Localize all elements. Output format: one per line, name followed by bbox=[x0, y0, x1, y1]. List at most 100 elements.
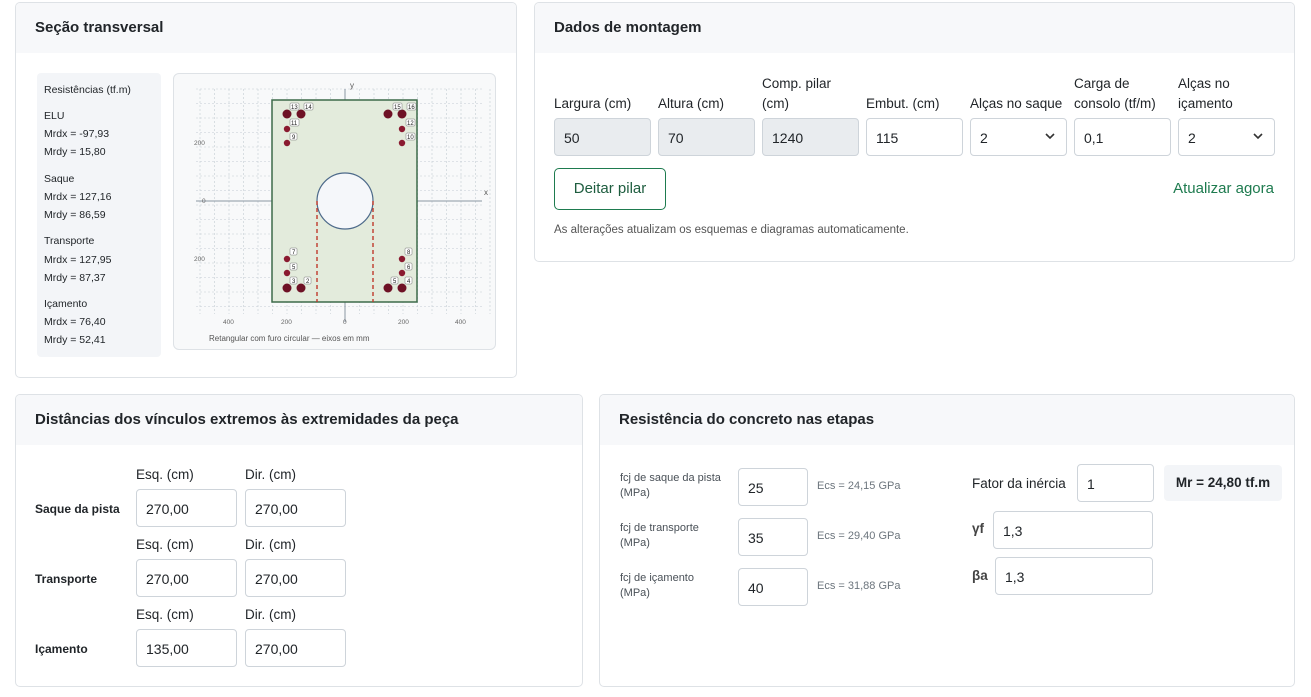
fcj-saque-label-line1: fcj de saque da pista bbox=[620, 472, 721, 484]
fator-inercia-input[interactable]: 1 bbox=[1077, 464, 1154, 502]
rebar bbox=[283, 255, 291, 263]
x-tick-label: 200 bbox=[398, 319, 409, 326]
row-label-saque: Saque da pista bbox=[35, 502, 120, 516]
comp-label-line2: (cm) bbox=[762, 96, 789, 111]
auto-update-note: As alterações atualizam os esquemas e di… bbox=[554, 224, 909, 236]
fcj-icamento-input[interactable]: 40 bbox=[738, 568, 808, 606]
chevron-down-icon bbox=[1045, 133, 1055, 140]
esq-label: Esq. (cm) bbox=[136, 467, 194, 482]
x-tick-label: 400 bbox=[223, 319, 234, 326]
res-group-name: Saque bbox=[44, 173, 75, 185]
gamma-f-input[interactable]: 1,3 bbox=[993, 511, 1153, 549]
secao-transversal-card: Seção transversal Resistências (tf.m) EL… bbox=[15, 2, 517, 378]
bar-tag: 11 bbox=[291, 121, 298, 127]
distancias-card: Distâncias dos vínculos extremos às extr… bbox=[15, 394, 583, 687]
rebar bbox=[398, 269, 406, 277]
carga-label-line1: Carga de bbox=[1074, 76, 1130, 91]
largura-input[interactable]: 50 bbox=[554, 118, 651, 156]
chevron-down-icon bbox=[1253, 133, 1263, 140]
alcas-icamento-select[interactable]: 2 bbox=[1178, 118, 1275, 156]
res-mrdy: Mrdy = 86,59 bbox=[44, 209, 106, 221]
fcj-icamento-label-line2: (MPa) bbox=[620, 587, 650, 599]
res-group-name: Içamento bbox=[44, 298, 88, 310]
card-header: Dados de montagem bbox=[535, 3, 1294, 53]
deitar-pilar-button[interactable]: Deitar pilar bbox=[554, 168, 666, 210]
res-mrdx: Mrdx = 127,16 bbox=[44, 191, 112, 203]
x-axis-label: x bbox=[484, 188, 488, 197]
bar-tag: 10 bbox=[407, 135, 414, 141]
fcj-transporte-label-line1: fcj de transporte bbox=[620, 522, 699, 534]
alcas-saque-value: 2 bbox=[980, 130, 988, 146]
gamma-f-label: γf bbox=[972, 521, 985, 536]
esq-label: Esq. (cm) bbox=[136, 537, 194, 552]
beta-a-input[interactable]: 1,3 bbox=[995, 557, 1153, 595]
fcj-transporte-label-line2: (MPa) bbox=[620, 537, 650, 549]
res-group-name: ELU bbox=[44, 110, 65, 122]
embut-label: Embut. (cm) bbox=[866, 96, 940, 111]
mr-result: Mr = 24,80 tf.m bbox=[1164, 465, 1282, 501]
carga-label-line2: consolo (tf/m) bbox=[1074, 96, 1156, 111]
section-plot-svg: x y 13 14 11 9 15 16 12 10 7 5 3 2 8 6 5… bbox=[194, 81, 491, 343]
row-label-icamento: Içamento bbox=[35, 642, 88, 656]
rebar bbox=[398, 139, 406, 147]
dir-label: Dir. (cm) bbox=[245, 607, 296, 622]
transporte-esq-input[interactable]: 270,00 bbox=[136, 559, 237, 597]
res-mrdy: Mrdy = 52,41 bbox=[44, 334, 106, 346]
x-tick-label: 400 bbox=[455, 319, 466, 326]
altura-input[interactable]: 70 bbox=[658, 118, 755, 156]
resistencias-heading: Resistências (tf.m) bbox=[44, 84, 131, 96]
saque-dir-input[interactable]: 270,00 bbox=[245, 489, 346, 527]
altura-label: Altura (cm) bbox=[658, 96, 725, 111]
y-tick-label: 200 bbox=[194, 256, 205, 263]
dir-label: Dir. (cm) bbox=[245, 537, 296, 552]
row-label-transporte: Transporte bbox=[35, 572, 98, 586]
saque-esq-input[interactable]: 270,00 bbox=[136, 489, 237, 527]
icamento-esq-input[interactable]: 135,00 bbox=[136, 629, 237, 667]
transporte-dir-input[interactable]: 270,00 bbox=[245, 559, 346, 597]
icamento-dir-input[interactable]: 270,00 bbox=[245, 629, 346, 667]
largura-label: Largura (cm) bbox=[554, 96, 632, 111]
alcas-icam-label-line2: içamento bbox=[1178, 96, 1233, 111]
y-tick-label: 200 bbox=[194, 140, 205, 147]
dir-label: Dir. (cm) bbox=[245, 467, 296, 482]
res-mrdx: Mrdx = 127,95 bbox=[44, 254, 112, 266]
rebar bbox=[383, 283, 393, 293]
res-group-name: Transporte bbox=[44, 235, 95, 247]
fcj-transporte-input[interactable]: 35 bbox=[738, 518, 808, 556]
alcas-saque-label: Alças no saque bbox=[970, 96, 1063, 111]
rebar bbox=[283, 269, 291, 277]
res-mrdx: Mrdx = 76,40 bbox=[44, 316, 106, 328]
bar-tag: 16 bbox=[408, 105, 415, 111]
esq-label: Esq. (cm) bbox=[136, 607, 194, 622]
rebar bbox=[296, 283, 306, 293]
y-tick-label: 0 bbox=[202, 198, 206, 205]
circular-hole bbox=[316, 172, 374, 230]
rebar bbox=[283, 139, 291, 147]
x-tick-label: 0 bbox=[343, 319, 347, 326]
ecs-transporte: Ecs = 29,40 GPa bbox=[817, 530, 901, 542]
rebar bbox=[397, 283, 407, 293]
rebar bbox=[282, 283, 292, 293]
dados-montagem-card: Dados de montagem Largura (cm) 50 Altura… bbox=[534, 2, 1295, 262]
atualizar-agora-link[interactable]: Atualizar agora bbox=[1173, 180, 1274, 197]
fcj-saque-label-line2: (MPa) bbox=[620, 487, 650, 499]
fcj-saque-input[interactable]: 25 bbox=[738, 468, 808, 506]
alcas-saque-select[interactable]: 2 bbox=[970, 118, 1067, 156]
fator-inercia-label: Fator da inércia bbox=[972, 476, 1066, 491]
alcas-icamento-value: 2 bbox=[1188, 130, 1196, 146]
carga-consolo-input[interactable]: 0,1 bbox=[1074, 118, 1171, 156]
embut-input[interactable]: 115 bbox=[866, 118, 963, 156]
x-tick-label: 200 bbox=[281, 319, 292, 326]
card-title: Seção transversal bbox=[35, 19, 164, 36]
bar-tag: 13 bbox=[291, 105, 298, 111]
comp-label-line1: Comp. pilar bbox=[762, 76, 832, 91]
card-header: Distâncias dos vínculos extremos às extr… bbox=[16, 395, 582, 445]
card-title: Dados de montagem bbox=[554, 19, 702, 36]
card-header: Resistência do concreto nas etapas bbox=[600, 395, 1294, 445]
concreto-card: Resistência do concreto nas etapas fcj d… bbox=[599, 394, 1295, 687]
fcj-icamento-label-line1: fcj de içamento bbox=[620, 572, 694, 584]
section-plot: x y 13 14 11 9 15 16 12 10 7 5 3 2 8 6 5… bbox=[173, 73, 496, 350]
rebar bbox=[398, 255, 406, 263]
beta-a-label: βa bbox=[972, 568, 988, 583]
comp-pilar-input[interactable]: 1240 bbox=[762, 118, 859, 156]
